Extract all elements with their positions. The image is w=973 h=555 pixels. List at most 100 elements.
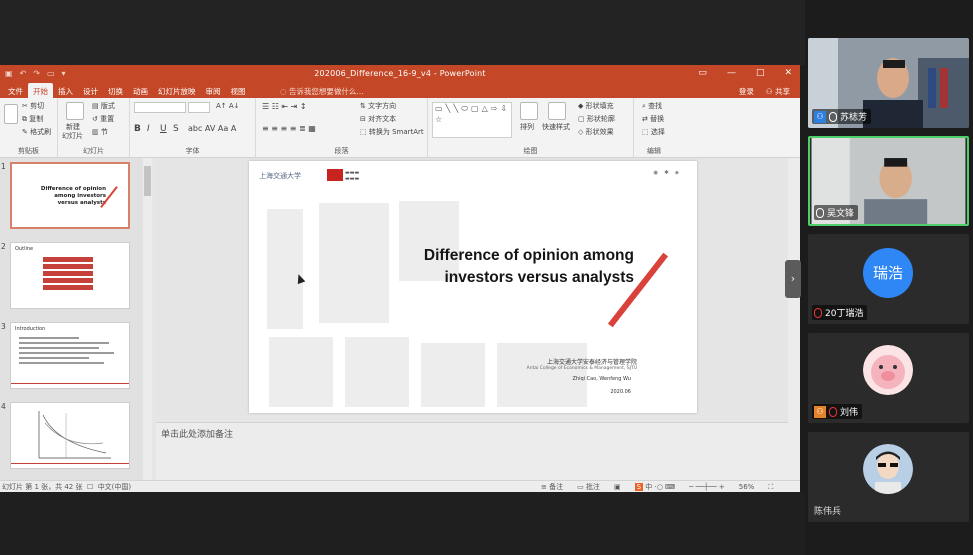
tab-animations[interactable]: 动画 <box>128 83 153 98</box>
chevron-right-icon: › <box>790 272 796 285</box>
font-grow-icon[interactable]: A↑ A↓ <box>216 102 240 110</box>
login-link[interactable]: 登录 <box>739 86 754 97</box>
shadow-button[interactable]: S <box>173 124 179 134</box>
participant-nametag: 20丁瑞浩 <box>812 305 868 320</box>
notes-pane[interactable]: 单击此处添加备注 <box>156 422 788 480</box>
slide-thumbnail-2[interactable]: Outline <box>10 242 130 309</box>
normal-view-icon[interactable]: ▣ <box>614 483 621 491</box>
zoom-slider[interactable]: ─ ──┼── + <box>689 483 725 491</box>
spellcheck-icon[interactable]: ☐ <box>87 483 93 491</box>
layout-button[interactable]: ▤ 版式 <box>92 101 115 111</box>
current-slide[interactable]: 上海交通大学 ▬▬▬ ▬▬▬ ◉ ✱ ◈ Difference of opinion … <box>249 161 697 413</box>
thumb-1-title: Difference of opinion among investors ve… <box>40 186 106 206</box>
participant-tile[interactable]: 陈伟兵 <box>808 432 969 522</box>
ime-indicator[interactable]: S 中 ·○ ⌨ <box>634 482 675 492</box>
tab-insert[interactable]: 插入 <box>53 83 78 98</box>
tab-slideshow[interactable]: 幻灯片放映 <box>153 83 201 98</box>
participant-tile[interactable]: 瑞浩 20丁瑞浩 <box>808 234 969 324</box>
ribbon-display-icon[interactable]: ▭ <box>698 68 707 78</box>
slide-thumbnail-4[interactable] <box>10 402 130 469</box>
thumb-3-line <box>19 352 114 354</box>
bullets-icon[interactable]: ☰ ☷ ⇤ ⇥ ↕ <box>262 102 307 111</box>
align-icon[interactable]: ≡ ≡ ≡ ≡ ≣ ▦ <box>262 124 316 133</box>
thumbnail-scroll-thumb[interactable] <box>144 166 151 196</box>
align-text-button[interactable]: ⊟ 对齐文本 <box>360 114 396 124</box>
shape-fill-button[interactable]: ◆ 形状填充 <box>578 101 614 111</box>
text-direction-button[interactable]: ⇅ 文字方向 <box>360 101 396 111</box>
zoom-level[interactable]: 56% <box>739 483 755 491</box>
font-color-icon[interactable]: abc AV Aa A <box>188 124 236 133</box>
thumb-2-bar <box>43 278 93 283</box>
paste-icon[interactable] <box>4 104 18 124</box>
maximize-button[interactable]: □ <box>756 68 765 78</box>
thumb-3-line <box>19 337 79 339</box>
seal-icon: ◉ <box>653 170 659 176</box>
tab-file[interactable]: 文件 <box>3 83 28 98</box>
mic-icon <box>829 111 837 122</box>
thumb-3-line <box>19 347 99 349</box>
watermark-shape <box>421 343 485 407</box>
reset-button[interactable]: ↺ 重置 <box>92 114 114 124</box>
bold-button[interactable]: B <box>134 124 141 134</box>
mic-icon <box>816 207 824 218</box>
arrange-icon[interactable] <box>520 102 538 120</box>
notes-toggle[interactable]: ≡ 备注 <box>541 482 563 492</box>
canvas-scrollbar[interactable] <box>788 158 800 480</box>
tab-review[interactable]: 审阅 <box>201 83 226 98</box>
participant-tile[interactable]: ⚇ 刘伟 <box>808 333 969 423</box>
format-painter-button[interactable]: ✎ 格式刷 <box>22 127 51 137</box>
participant-tile[interactable]: ⚇ 苏梽芳 <box>808 38 969 128</box>
new-slide-button-line2[interactable]: 幻灯片 <box>62 131 83 141</box>
fit-slide-icon[interactable]: ⛶ <box>768 483 773 492</box>
thumbnail-scrollbar[interactable] <box>143 158 152 480</box>
quick-styles-button[interactable]: 快速样式 <box>542 122 570 132</box>
find-button[interactable]: ⌕ 查找 <box>642 101 662 111</box>
tab-design[interactable]: 设计 <box>78 83 103 98</box>
new-slide-icon[interactable] <box>66 102 84 120</box>
tab-transitions[interactable]: 切换 <box>103 83 128 98</box>
close-button[interactable]: ✕ <box>784 68 792 78</box>
thumb-2-bar <box>43 271 93 276</box>
comments-toggle[interactable]: ▭ 批注 <box>577 482 600 492</box>
shape-effect-button[interactable]: ◇ 形状效果 <box>578 127 614 137</box>
section-button[interactable]: ▥ 节 <box>92 127 108 137</box>
clipboard-group: ✂ 剪切 ⧉ 复制 ✎ 格式刷 剪贴板 <box>0 98 58 158</box>
font-size-box[interactable] <box>188 102 210 113</box>
underline-button[interactable]: U <box>160 124 167 134</box>
window-title: 202006_Difference_16-9_v4 - PowerPoint <box>314 69 486 78</box>
language-indicator[interactable]: 中文(中国) <box>98 483 131 491</box>
cut-button[interactable]: ✂ 剪切 <box>22 101 44 111</box>
shape-outline-button[interactable]: ▢ 形状轮廓 <box>578 114 615 124</box>
acem-logo-icon <box>327 169 343 181</box>
mic-muted-icon <box>814 307 822 318</box>
arrange-button[interactable]: 排列 <box>520 122 534 132</box>
person-icon: ⚇ <box>765 87 775 96</box>
tab-view[interactable]: 视图 <box>226 83 251 98</box>
powerpoint-window: ▣ ↶ ↷ ▭ ▾ 202006_Difference_16-9_v4 - Po… <box>0 65 800 492</box>
expand-panel-button[interactable]: › <box>785 260 801 298</box>
smartart-button[interactable]: ⬚ 转换为 SmartArt <box>360 127 424 137</box>
editing-group: ⌕ 查找 ⇄ 替换 ⬚ 选择 编辑 <box>634 98 800 158</box>
thumb-2-title: Outline <box>15 246 34 252</box>
minimize-button[interactable]: — <box>727 68 736 78</box>
quick-styles-icon[interactable] <box>548 102 566 120</box>
font-name-box[interactable] <box>134 102 186 113</box>
tell-me-search[interactable]: ◌ 告诉我您想要做什么... <box>280 86 364 97</box>
select-button[interactable]: ⬚ 选择 <box>642 127 665 137</box>
participant-tile-active[interactable]: 吴文锋 <box>808 136 969 226</box>
italic-button[interactable]: I <box>147 124 150 134</box>
shapes-gallery[interactable]: ▭╲╲⬭▢△⇨⇩{}☆ <box>432 102 512 138</box>
tab-home[interactable]: 开始 <box>28 83 53 98</box>
slides-group-label: 幻灯片 <box>83 147 104 155</box>
thumb-number-4: 4 <box>1 402 6 411</box>
slide-thumbnail-1[interactable]: Difference of opinion among investors ve… <box>10 162 130 229</box>
replace-button[interactable]: ⇄ 替换 <box>642 114 664 124</box>
thumb-2-bar <box>43 264 93 269</box>
share-button[interactable]: ⚇ 共享 <box>766 86 790 97</box>
bottom-dark-area <box>0 492 805 555</box>
slide-title: Difference of opinion among investors ve… <box>423 247 634 286</box>
drawing-group-label: 绘图 <box>523 147 538 155</box>
copy-button[interactable]: ⧉ 复制 <box>22 114 43 124</box>
slide-thumbnail-3[interactable]: Introduction <box>10 322 130 389</box>
college-name-en: Antai College of Economics & Management,… <box>526 366 637 371</box>
